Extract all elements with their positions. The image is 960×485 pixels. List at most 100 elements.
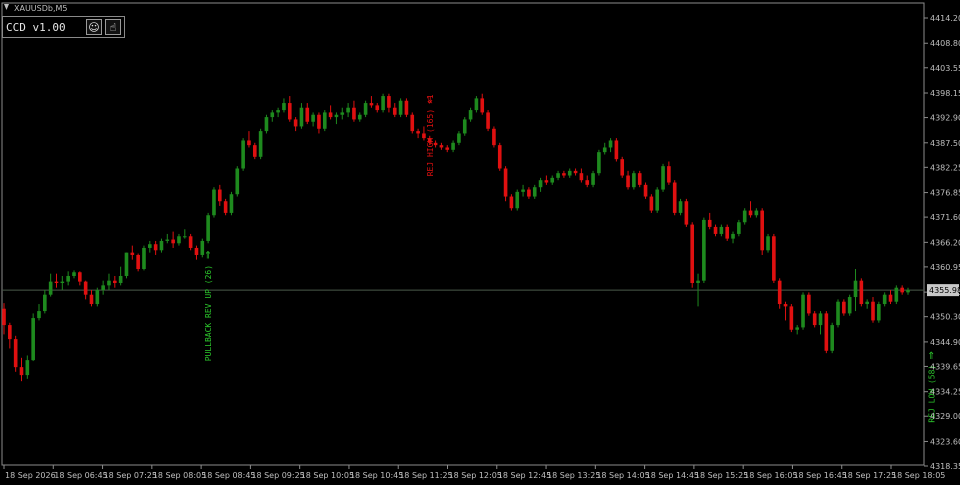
x-tick-label: 18 Sep 12:05	[449, 471, 502, 480]
candle	[655, 187, 660, 213]
candle-body	[113, 280, 117, 284]
candle	[223, 198, 228, 216]
candle	[789, 304, 794, 333]
candle-body	[13, 339, 18, 368]
smiley-icon[interactable]: ☺	[86, 19, 102, 35]
candle-body	[194, 247, 199, 255]
candle-body	[78, 272, 82, 282]
candle-body	[853, 280, 858, 298]
candle-body	[357, 114, 362, 120]
y-tick-label: 4344.90	[930, 338, 960, 347]
candle-body	[124, 252, 129, 277]
candle-body	[509, 196, 514, 209]
candle-body	[410, 114, 415, 132]
candle-body	[760, 210, 765, 251]
y-tick-label: 4323.60	[930, 437, 960, 446]
candle-body	[515, 191, 520, 209]
x-tick-label: 18 Sep 16:05	[744, 471, 797, 480]
candle-body	[725, 226, 730, 239]
candle-body	[60, 281, 65, 284]
candle	[188, 233, 193, 251]
y-tick-label: 4366.20	[930, 238, 960, 247]
candle	[702, 217, 706, 284]
candle-body	[842, 301, 846, 314]
candle-body	[882, 294, 887, 305]
candle-body	[707, 219, 712, 227]
candle-body	[212, 189, 216, 216]
candle	[474, 96, 479, 113]
candle-body	[672, 182, 677, 213]
candle	[742, 208, 747, 225]
candle-body	[777, 280, 782, 305]
candle	[124, 252, 129, 279]
candle	[760, 208, 765, 255]
symbol-label: XAUUSDb,M5	[14, 4, 68, 13]
candle-body	[118, 276, 123, 284]
candle-body	[719, 226, 724, 234]
candle-body	[667, 166, 671, 183]
candle-body	[742, 210, 747, 223]
candle-body	[363, 103, 368, 115]
candle-body	[31, 318, 35, 361]
candle	[212, 187, 216, 218]
candle-body	[282, 103, 286, 111]
candle-body	[503, 168, 508, 197]
current-price-tag: 4355.98	[927, 284, 960, 297]
candle-body	[497, 145, 502, 169]
candle	[142, 245, 146, 271]
candle	[859, 278, 864, 307]
candle-body	[340, 112, 345, 115]
candle-body	[637, 173, 642, 185]
candle-body	[43, 294, 47, 312]
candle	[31, 313, 35, 362]
candle-body	[247, 140, 251, 146]
candle	[894, 285, 899, 305]
candle-body	[550, 177, 555, 183]
candle-body	[223, 201, 228, 213]
x-tick-label: 18 Sep 12:45	[498, 471, 551, 480]
candle	[503, 166, 508, 202]
candle-body	[766, 236, 770, 251]
candle-body	[713, 226, 718, 234]
current-price-value: 4355.98	[929, 286, 960, 295]
hand-icon[interactable]: ☝	[105, 19, 121, 35]
candle	[235, 166, 240, 197]
x-tick-label: 18 Sep 15:25	[695, 471, 748, 480]
candle	[136, 253, 140, 272]
candle-body	[702, 219, 706, 281]
candle-body	[136, 254, 140, 269]
candle-body	[888, 294, 893, 302]
y-tick-label: 4360.95	[930, 263, 960, 272]
candle-body	[346, 107, 350, 113]
x-tick-label: 18 Sep 08:05	[153, 471, 206, 480]
candle	[649, 194, 654, 213]
candle-body	[293, 119, 298, 127]
candle-body	[812, 313, 817, 326]
x-tick-label: 18 Sep 08:45	[202, 471, 255, 480]
candle-body	[48, 281, 53, 295]
x-tick-label: 18 Sep 10:05	[301, 471, 354, 480]
candle-body	[2, 308, 6, 326]
candle	[661, 163, 665, 192]
price-chart[interactable]: ⇑ PULLBACK REV UP (26) ⇓REJ HIGH (165) ×1 ⇑…	[0, 0, 960, 485]
y-tick-label: 4387.50	[930, 139, 960, 148]
candle-body	[387, 96, 391, 108]
candle-body	[182, 236, 187, 238]
candle-body	[264, 117, 269, 132]
candle-body	[492, 128, 496, 146]
candle-body	[311, 114, 315, 122]
candle-body	[8, 325, 12, 340]
candle-body	[906, 290, 910, 293]
candle-body	[270, 112, 275, 118]
candle-body	[847, 297, 852, 314]
candle-body	[252, 145, 257, 157]
annotation-label: REJ HIGH (165) ×1	[426, 94, 435, 176]
candle	[264, 114, 269, 134]
candle	[95, 287, 100, 307]
candle-body	[241, 140, 245, 169]
x-tick-label: 18 Sep 09:25	[251, 471, 304, 480]
candle	[486, 110, 490, 132]
y-tick-label: 4408.80	[930, 39, 960, 48]
candle-body	[398, 100, 403, 115]
candle-body	[567, 170, 572, 176]
